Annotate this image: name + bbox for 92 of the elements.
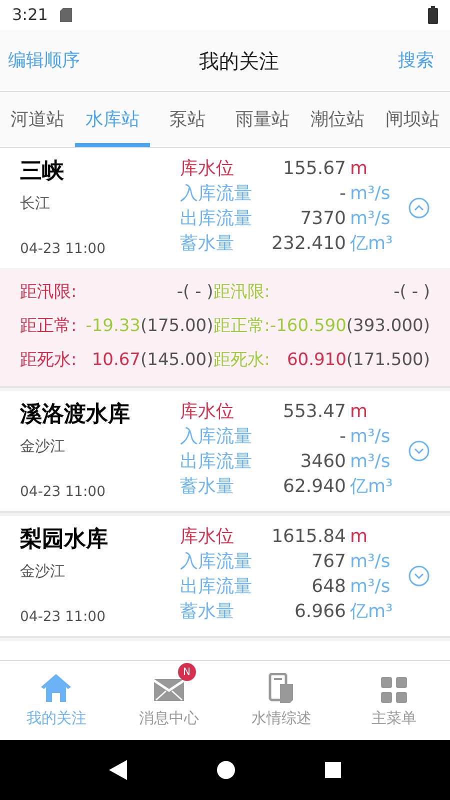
metric-value: 232.410 <box>270 232 346 256</box>
station-name: 三峡 <box>20 158 65 186</box>
nav-label: 我的关注 <box>26 708 86 730</box>
detail-base-value: ( - ) <box>183 281 214 304</box>
station-type-tab[interactable]: 泵站 <box>150 92 225 147</box>
metric-label: 出库流量 <box>180 450 253 474</box>
bottom-nav-item[interactable]: N 消息中心 <box>112 661 225 740</box>
metric-unit: m³/s <box>350 182 390 206</box>
metric-value: - <box>338 425 346 449</box>
detail-label: 距正常: <box>20 315 77 338</box>
metric-label: 入库流量 <box>180 425 253 449</box>
station-type-tab[interactable]: 闸坝站 <box>375 92 450 147</box>
river-name: 金沙江 <box>20 561 66 582</box>
metric-unit: m³/s <box>350 425 390 449</box>
clock: 3:21 <box>12 4 48 26</box>
detail-value: - <box>394 281 400 304</box>
detail-base-value: (171.500) <box>346 349 430 372</box>
nav-label: 主菜单 <box>371 708 416 730</box>
station-card[interactable]: 三峡 长江 04-23 11:00 库水位 155.67 m 入库流量 - m³/s 出库流量 7370 m³/s 蓄水量 232.410 亿m³ 距汛限: -( - ) 距正常: -19.33(175.00) 距死水: 10.67(145.00) 距汛限: -( - ) 距正常:-160.590(393.000) 距死水: 60.910(171.500) <box>0 148 450 388</box>
detail-base-value: (145.00) <box>140 349 214 372</box>
detail-value: 60.910 <box>286 349 346 372</box>
metric-unit: m³/s <box>350 550 390 574</box>
metric-unit: 亿m³ <box>350 600 393 624</box>
detail-label: 距正常: <box>213 315 270 338</box>
update-time: 04-23 11:00 <box>20 240 106 259</box>
grid-icon <box>380 677 407 704</box>
metric-label: 出库流量 <box>180 207 253 231</box>
home-icon <box>40 673 72 704</box>
metric-value: 553.47 <box>282 400 346 424</box>
station-type-tab[interactable]: 潮位站 <box>300 92 375 147</box>
metric-label: 库水位 <box>180 525 235 549</box>
battery-icon <box>428 6 438 24</box>
river-name: 金沙江 <box>20 436 66 457</box>
metric-unit: 亿m³ <box>350 475 393 499</box>
chevron-down-icon[interactable] <box>408 565 430 587</box>
metric-value: 648 <box>310 575 346 599</box>
detail-value: - <box>176 281 184 304</box>
metric-label: 蓄水量 <box>180 600 235 624</box>
nav-label: 消息中心 <box>138 708 199 730</box>
detail-base-value: (393.000) <box>346 315 430 338</box>
notification-badge: N <box>178 663 196 682</box>
metric-unit: m³/s <box>350 575 390 599</box>
metric-value: 7370 <box>299 207 346 231</box>
bottom-nav-item[interactable]: 水情综述 <box>225 661 338 740</box>
metric-label: 蓄水量 <box>180 475 235 499</box>
home-circle-icon[interactable] <box>217 761 235 779</box>
detail-base-value: ( - ) <box>400 281 430 304</box>
metric-value: 767 <box>310 550 346 574</box>
metric-unit: m <box>350 400 368 424</box>
page-title: 我的关注 <box>198 48 280 74</box>
metric-unit: m³/s <box>350 450 390 474</box>
detail-label: 距死水: <box>20 349 77 372</box>
update-time: 04-23 11:00 <box>20 483 106 502</box>
nav-label: 水情综述 <box>251 708 312 730</box>
metric-unit: m <box>350 525 368 549</box>
bottom-nav-item[interactable]: 主菜单 <box>338 661 450 740</box>
river-name: 长江 <box>20 193 51 214</box>
metric-value: 6.966 <box>293 600 346 624</box>
station-type-tab[interactable]: 河道站 <box>0 92 75 147</box>
detail-value: -160.590 <box>270 315 346 338</box>
metric-label: 库水位 <box>180 400 235 424</box>
sd-card-icon <box>60 8 72 22</box>
station-name: 梨园水库 <box>20 526 109 554</box>
metric-label: 入库流量 <box>180 550 253 574</box>
detail-label: 距汛限: <box>20 281 77 304</box>
metric-label: 蓄水量 <box>180 232 235 256</box>
metric-unit: m³/s <box>350 207 390 231</box>
documents-icon <box>268 673 294 704</box>
metric-value: 3460 <box>299 450 346 474</box>
metric-label: 库水位 <box>180 157 235 181</box>
station-type-tab[interactable]: 雨量站 <box>225 92 300 147</box>
metric-label: 入库流量 <box>180 182 253 206</box>
detail-value: 10.67 <box>92 349 140 372</box>
chevron-up-icon[interactable] <box>408 197 430 219</box>
detail-value: -19.33 <box>86 315 140 338</box>
metric-value: 155.67 <box>282 157 346 181</box>
metric-value: 62.940 <box>282 475 346 499</box>
metric-unit: m <box>350 157 368 181</box>
update-time: 04-23 11:00 <box>20 608 106 627</box>
envelope-icon <box>154 679 184 704</box>
metric-unit: 亿m³ <box>350 232 393 256</box>
detail-label: 距死水: <box>213 349 270 372</box>
metric-value: 1615.84 <box>270 525 346 549</box>
station-card[interactable]: 溪洛渡水库 金沙江 04-23 11:00 库水位 553.47 m 入库流量 - m³/s 出库流量 3460 m³/s 蓄水量 62.940 亿m³ <box>0 391 450 513</box>
metric-value: - <box>338 182 346 206</box>
station-card[interactable]: 梨园水库 金沙江 04-23 11:00 库水位 1615.84 m 入库流量 767 m³/s 出库流量 648 m³/s 蓄水量 6.966 亿m³ <box>0 516 450 638</box>
metric-label: 出库流量 <box>180 575 253 599</box>
chevron-down-icon[interactable] <box>408 440 430 462</box>
detail-base-value: (175.00) <box>140 315 214 338</box>
detail-label: 距汛限: <box>213 281 270 304</box>
station-name: 溪洛渡水库 <box>20 400 131 429</box>
back-icon[interactable] <box>109 760 127 780</box>
